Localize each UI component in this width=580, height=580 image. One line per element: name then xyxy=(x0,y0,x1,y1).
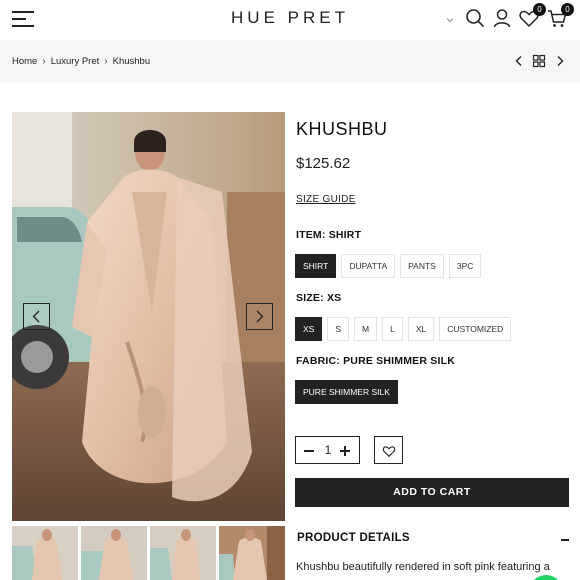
chevron-down-icon[interactable] xyxy=(445,12,455,23)
quantity-increase-icon[interactable] xyxy=(344,446,346,456)
product-details-text: Khushbu beautifully rendered in soft pin… xyxy=(296,561,550,573)
heart-icon xyxy=(382,446,396,458)
collapse-icon[interactable] xyxy=(561,539,569,541)
size-guide-link[interactable]: SIZE GUIDE xyxy=(296,194,356,205)
quantity-value[interactable]: 1 xyxy=(321,443,335,457)
item-option-dupatta[interactable]: DUPATTA xyxy=(341,254,396,278)
wishlist-icon[interactable]: 0 xyxy=(518,3,546,29)
thumbnail-image[interactable] xyxy=(12,526,78,580)
add-to-cart-button[interactable]: ADD TO CART xyxy=(295,478,569,507)
image-next-icon[interactable] xyxy=(246,303,273,330)
product-main-image[interactable] xyxy=(12,112,285,521)
item-option-pants[interactable]: PANTS xyxy=(400,254,444,278)
thumbnail-image[interactable] xyxy=(219,526,285,580)
size-option-m[interactable]: M xyxy=(354,317,378,341)
size-option-label: SIZE: XS xyxy=(296,292,342,304)
grid-icon[interactable] xyxy=(532,54,546,68)
product-details-heading[interactable]: PRODUCT DETAILS xyxy=(297,532,410,544)
breadcrumb-separator-icon: › xyxy=(104,56,108,67)
breadcrumb-home[interactable]: Home xyxy=(12,56,37,67)
item-option-label: ITEM: SHIRT xyxy=(296,229,362,241)
breadcrumb: Home › Luxury Pret › Khushbu xyxy=(12,56,150,67)
product-title: KHUSHBU xyxy=(296,119,388,139)
size-option-xs[interactable]: XS xyxy=(295,317,323,341)
breadcrumb-separator-icon: › xyxy=(42,56,46,67)
size-option-customized[interactable]: CUSTOMIZED xyxy=(439,317,512,341)
thumbnail-image[interactable] xyxy=(150,526,216,580)
thumbnail-strip xyxy=(12,526,285,580)
size-option-s[interactable]: S xyxy=(327,317,350,341)
size-option-l[interactable]: L xyxy=(382,317,403,341)
next-product-icon[interactable] xyxy=(553,54,567,68)
item-option-shirt[interactable]: SHIRT xyxy=(295,254,337,278)
fabric-options: PURE SHIMMER SILK xyxy=(295,380,398,404)
quantity-decrease-icon[interactable] xyxy=(304,450,314,452)
item-options: SHIRT DUPATTA PANTS 3PC xyxy=(295,254,482,278)
search-icon[interactable] xyxy=(464,7,486,29)
item-option-3pc[interactable]: 3PC xyxy=(448,254,482,278)
wishlist-count-badge: 0 xyxy=(533,3,546,16)
size-options: XS S M L XL CUSTOMIZED xyxy=(295,317,512,341)
breadcrumb-bar: Home › Luxury Pret › Khushbu xyxy=(0,40,580,83)
thumbnail-image[interactable] xyxy=(81,526,147,580)
previous-product-icon[interactable] xyxy=(512,54,526,68)
fabric-option-pure-shimmer-silk[interactable]: PURE SHIMMER SILK xyxy=(295,380,398,404)
fabric-option-label: FABRIC: PURE SHIMMER SILK xyxy=(296,355,456,367)
site-header: HUE PRET 0 0 xyxy=(0,0,580,40)
chat-icon[interactable] xyxy=(529,575,563,580)
cart-count-badge: 0 xyxy=(561,3,574,16)
add-to-wishlist-button[interactable] xyxy=(374,436,403,464)
size-option-xl[interactable]: XL xyxy=(407,317,435,341)
product-price: $125.62 xyxy=(296,155,351,172)
account-icon[interactable] xyxy=(491,7,513,29)
cart-icon[interactable]: 0 xyxy=(546,3,574,29)
image-prev-icon[interactable] xyxy=(23,303,50,330)
breadcrumb-luxury-pret[interactable]: Luxury Pret xyxy=(51,56,100,67)
quantity-stepper: 1 xyxy=(295,436,360,464)
breadcrumb-current: Khushbu xyxy=(112,56,151,67)
